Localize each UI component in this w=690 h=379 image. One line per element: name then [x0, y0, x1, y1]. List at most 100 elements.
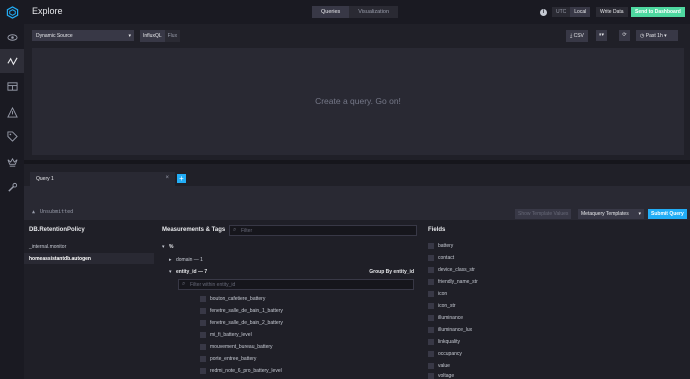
info-icon[interactable]: i — [540, 9, 547, 16]
measurement-item[interactable]: ▾% — [162, 244, 173, 250]
chevron-down-icon: ▾ — [601, 32, 605, 38]
checkbox[interactable] — [200, 308, 206, 314]
tag-value-label: mouvement_bureau_battery — [210, 344, 273, 350]
checkbox[interactable] — [428, 267, 434, 273]
write-data-button[interactable]: Write Data — [596, 7, 628, 17]
field-label: value — [438, 363, 450, 369]
field-item[interactable]: voltage — [428, 373, 454, 379]
tag-value-label: mi_fi_battery_level — [210, 332, 252, 338]
source-dropdown[interactable]: Dynamic Source ▾ — [32, 30, 134, 41]
explore-app: Explore Queries Visualization i UTC Loca… — [0, 0, 690, 379]
checkbox[interactable] — [200, 344, 206, 350]
graph-toolbar: Dynamic Source ▾ InfluxQL Flux ⤓ CSV ⏸▾ … — [24, 24, 690, 48]
checkbox[interactable] — [428, 327, 434, 333]
field-item[interactable]: occupancy — [428, 351, 462, 357]
tag-value-item[interactable]: bouton_cafetiere_battery — [200, 296, 265, 302]
tag-value-label: fenetre_salle_de_bain_1_battery — [210, 308, 283, 314]
eye-icon — [6, 33, 18, 41]
tag-key-domain[interactable]: ▸ domain — 1 — [169, 257, 203, 263]
csv-download-button[interactable]: ⤓ CSV — [566, 30, 588, 42]
field-item[interactable]: value — [428, 363, 450, 369]
queries-tab[interactable]: Queries — [312, 6, 350, 18]
checkbox[interactable] — [200, 320, 206, 326]
field-item[interactable]: icon_str — [428, 303, 456, 309]
nav-host-list[interactable] — [0, 25, 24, 49]
close-icon[interactable]: × — [165, 175, 169, 181]
db-item[interactable]: homeassistantdb.autogen — [24, 253, 154, 264]
tag-value-label: bouton_cafetiere_battery — [210, 296, 266, 302]
nav-log-viewer[interactable] — [0, 124, 24, 148]
graph-area: Create a query. Go on! — [32, 48, 684, 155]
field-item[interactable]: contact — [428, 255, 454, 261]
language-toggle: InfluxQL Flux — [140, 30, 181, 42]
filter-placeholder: Filter within entity_id — [190, 282, 236, 288]
checkbox[interactable] — [200, 332, 206, 338]
time-range-dropdown[interactable]: ◷ Past 1h ▾ — [636, 30, 678, 41]
flux-option[interactable]: Flux — [164, 30, 181, 42]
checkbox[interactable] — [200, 368, 206, 374]
field-item[interactable]: illuminance — [428, 315, 463, 321]
nav-dashboards[interactable] — [0, 74, 24, 98]
checkbox[interactable] — [200, 356, 206, 362]
search-icon: ⌕ — [182, 281, 186, 287]
nav-alerting[interactable] — [0, 100, 24, 124]
checkbox[interactable] — [428, 291, 434, 297]
measurement-filter-input[interactable]: ⌕ Filter — [229, 225, 417, 236]
caret-down-icon: ▾ — [162, 244, 165, 250]
metaquery-templates-dropdown[interactable]: Metaquery Templates ▾ — [578, 209, 644, 219]
visualization-tab[interactable]: Visualization — [349, 6, 399, 18]
measurements-column-header: Measurements & Tags — [162, 227, 226, 233]
tag-value-item[interactable]: fenetre_salle_de_bain_2_battery — [200, 320, 283, 326]
group-by-button[interactable]: Group By entity_id — [369, 269, 414, 275]
influxql-option[interactable]: InfluxQL — [140, 30, 165, 42]
tag-value-item[interactable]: fenetre_salle_de_bain_1_battery — [200, 308, 283, 314]
timezone-toggle: UTC Local — [552, 7, 591, 17]
clock-icon: ◷ — [640, 33, 645, 39]
checkbox[interactable] — [428, 363, 434, 369]
field-item[interactable]: device_class_str — [428, 267, 475, 273]
tag-key-entity-id[interactable]: ▾ entity_id — 7 — [169, 269, 207, 275]
checkbox[interactable] — [428, 373, 434, 379]
tag-value-item[interactable]: mi_fi_battery_level — [200, 332, 252, 338]
show-template-values-button[interactable]: Show Template Values — [515, 209, 572, 219]
checkbox[interactable] — [428, 243, 434, 249]
add-query-button[interactable]: + — [177, 174, 186, 183]
local-option[interactable]: Local — [570, 7, 591, 17]
tag-value-item[interactable]: redmi_note_6_pro_battery_level — [200, 368, 282, 374]
field-item[interactable]: battery — [428, 243, 453, 249]
checkbox[interactable] — [428, 315, 434, 321]
tag-value-item[interactable]: porte_entree_battery — [200, 356, 256, 362]
chronograf-logo[interactable] — [0, 0, 24, 24]
field-item[interactable]: linkquality — [428, 339, 460, 345]
query-tab[interactable]: Query 1 × — [30, 172, 175, 186]
checkbox[interactable] — [428, 255, 434, 261]
fields-column: Fields battery contact device_class_str … — [420, 220, 690, 379]
field-item[interactable]: icon — [428, 291, 447, 297]
utc-option[interactable]: UTC — [552, 7, 571, 17]
nav-data-explorer[interactable] — [0, 49, 24, 73]
checkbox[interactable] — [428, 279, 434, 285]
checkbox[interactable] — [428, 303, 434, 309]
tag-key-label: domain — 1 — [176, 257, 203, 263]
send-to-dashboard-button[interactable]: Send to Dashboard — [631, 7, 685, 17]
warning-icon: ▲ — [32, 209, 36, 215]
checkbox[interactable] — [200, 296, 206, 302]
submit-query-button[interactable]: Submit Query — [648, 209, 687, 219]
db-item[interactable]: _internal.monitor — [24, 241, 154, 252]
measurement-label: % — [169, 244, 174, 250]
fields-column-header: Fields — [428, 227, 446, 233]
query-editor[interactable]: ▲ Unsubmitted Show Template Values Metaq… — [24, 186, 690, 220]
nav-admin[interactable] — [0, 150, 24, 174]
autorefresh-dropdown[interactable]: ⏸▾ — [596, 30, 607, 41]
nav-configuration[interactable] — [0, 175, 24, 199]
checkbox[interactable] — [428, 339, 434, 345]
checkbox[interactable] — [428, 351, 434, 357]
tag-filter-input[interactable]: ⌕ Filter within entity_id — [178, 279, 414, 290]
field-item[interactable]: friendly_name_str — [428, 279, 478, 285]
tag-value-label: fenetre_salle_de_bain_2_battery — [210, 320, 283, 326]
refresh-button[interactable]: ⟳ — [619, 30, 630, 41]
field-item[interactable]: illuminance_lux — [428, 327, 472, 333]
chevron-down-icon: ▾ — [638, 211, 641, 217]
metaquery-label: Metaquery Templates — [581, 211, 629, 217]
tag-value-item[interactable]: mouvement_bureau_battery — [200, 344, 273, 350]
